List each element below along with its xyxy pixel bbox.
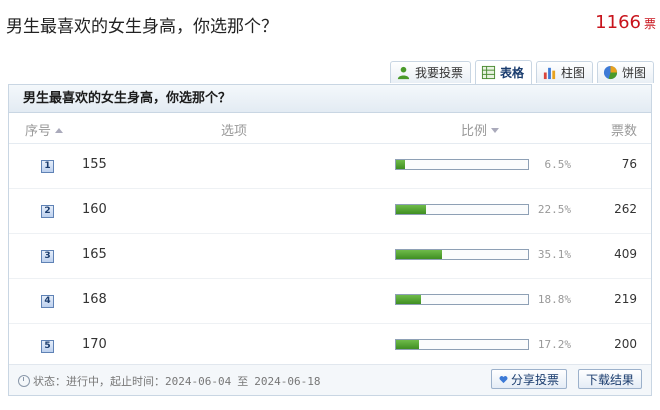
option-label: 160 [82,202,107,217]
ratio-percent: 18.8% [537,293,571,306]
ratio-bar [395,339,529,350]
person-icon [397,66,410,80]
table-header: 序号 选项 比例 票数 [9,113,651,144]
total-votes-count: 1166 [595,12,641,33]
rank-badge: 2 [41,205,54,218]
status-label: 状态：进行中，起止时间： [33,375,165,388]
ratio-bar [395,159,529,170]
ratio-bar [395,204,529,215]
rank-badge: 4 [41,295,54,308]
end-date: 2024-06-18 [254,374,321,388]
ratio-percent: 35.1% [537,248,571,261]
tab-pie-chart-label: 饼图 [621,66,646,80]
page-title: 男生最喜欢的女生身高，你选那个？ [6,17,278,37]
clock-icon [18,375,30,387]
ratio-percent: 22.5% [537,203,571,216]
view-tabs: 我要投票 表格 柱图 饼图 [389,60,654,84]
total-votes: 1166 票 [595,12,656,33]
sort-asc-icon [55,128,64,133]
rank-badge: 3 [41,250,54,263]
ratio-bar [395,249,529,260]
bar-chart-icon [543,67,556,80]
option-label: 170 [82,337,107,352]
panel-footer: 状态：进行中，起止时间： 2024-06-04 至 2024-06-18 分享投… [9,364,651,395]
total-votes-unit: 票 [643,17,656,31]
tab-vote[interactable]: 我要投票 [389,61,471,83]
tab-table-label: 表格 [499,66,524,80]
tab-table[interactable]: 表格 [474,60,532,84]
vote-count: 200 [614,337,637,351]
column-option: 选项 [221,124,248,139]
ratio-percent: 17.2% [537,338,571,351]
panel-title: 男生最喜欢的女生身高，你选那个？ [9,85,651,113]
poll-status: 状态：进行中，起止时间： 2024-06-04 至 2024-06-18 [18,373,320,389]
rank-badge: 1 [41,160,54,173]
heart-icon [499,375,508,383]
tab-pie-chart[interactable]: 饼图 [596,61,654,83]
option-label: 165 [82,247,107,262]
table-icon [481,65,496,80]
ratio-bar [395,294,529,305]
tab-vote-label: 我要投票 [414,66,463,80]
results-table: 1 155 6.5% 76 2 160 22.5% 262 3 165 35.1% 409 4 168 18… [9,144,651,369]
vote-count: 219 [614,292,637,306]
pie-chart-icon [603,65,618,80]
table-row: 2 160 22.5% 262 [9,189,651,234]
tab-bar-chart[interactable]: 柱图 [535,61,593,83]
column-rank-label: 序号 [25,124,52,139]
ratio-bar-fill [396,205,426,214]
ratio-bar-fill [396,340,419,349]
option-label: 155 [82,157,107,172]
column-votes: 票数 [610,124,637,139]
vote-count: 409 [614,247,637,261]
rank-badge: 5 [41,340,54,353]
table-row: 3 165 35.1% 409 [9,234,651,279]
results-panel: 男生最喜欢的女生身高，你选那个？ 序号 选项 比例 票数 1 155 6.5% 76 2… [8,84,652,396]
table-row: 4 168 18.8% 219 [9,279,651,324]
tab-bar-chart-label: 柱图 [560,66,585,80]
table-row: 5 170 17.2% 200 [9,324,651,369]
share-poll-button[interactable]: 分享投票 [490,369,567,389]
vote-count: 76 [621,157,637,171]
download-results-label: 下载结果 [585,372,634,387]
table-row: 1 155 6.5% 76 [9,144,651,189]
date-separator: 至 [237,375,249,388]
column-rank[interactable]: 序号 [25,120,64,139]
ratio-bar-fill [396,160,405,169]
column-ratio-label: 比例 [461,124,488,139]
vote-count: 262 [614,202,637,216]
ratio-bar-fill [396,295,421,304]
option-label: 168 [82,292,107,307]
start-date: 2024-06-04 [165,374,232,388]
ratio-percent: 6.5% [544,158,572,171]
sort-desc-icon [491,128,500,133]
download-results-button[interactable]: 下载结果 [577,369,642,389]
column-ratio[interactable]: 比例 [461,120,500,139]
share-poll-label: 分享投票 [510,372,559,387]
ratio-bar-fill [396,250,443,259]
